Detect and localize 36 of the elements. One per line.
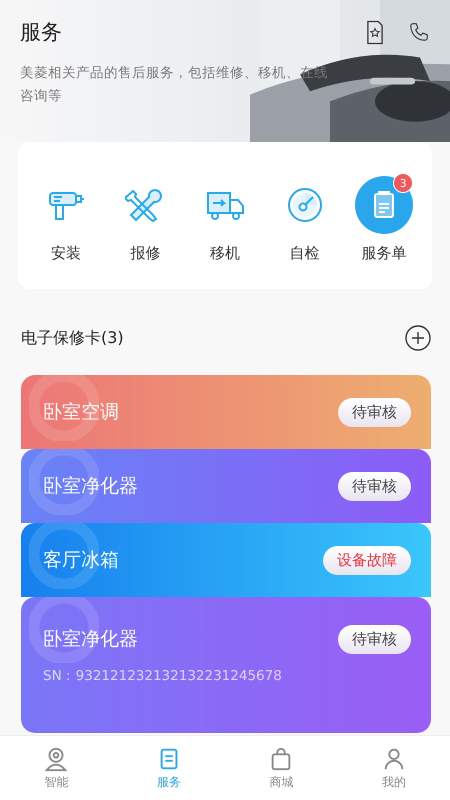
device-name: 客厅冰箱: [43, 548, 119, 573]
service-button[interactable]: 3 服务单: [349, 176, 420, 263]
tab[interactable]: 我的: [364, 746, 424, 790]
service-button[interactable]: 报修: [110, 176, 180, 263]
service-button[interactable]: 安装: [30, 176, 101, 263]
ring-icon: [29, 375, 99, 441]
warranty-card[interactable]: 卧室净化器 待审核: [21, 449, 431, 523]
tab[interactable]: 商城: [251, 746, 312, 790]
status-tag: 待审核: [338, 624, 411, 654]
warranty-card[interactable]: 客厅冰箱 设备故障: [21, 523, 431, 597]
service-label: 自检: [290, 244, 320, 263]
section-title: 电子保修卡(3): [21, 328, 124, 348]
status-tag: 设备故障: [323, 546, 411, 574]
serial-number: SN：932121232132132231245678: [43, 667, 283, 685]
device-name: 卧室净化器: [43, 627, 138, 652]
warranty-card[interactable]: 卧室净化器 待审核 SN：932121232132132231245678: [21, 597, 431, 733]
favorite-document-icon[interactable]: [364, 20, 386, 44]
ring-icon: [29, 597, 99, 663]
status-tag: 待审核: [338, 398, 411, 426]
service-button[interactable]: 移机: [190, 176, 260, 263]
tab[interactable]: 智能: [26, 746, 86, 790]
service-label: 安装: [50, 244, 81, 263]
camera-icon: [43, 746, 70, 772]
service-button[interactable]: 自检: [270, 176, 340, 263]
device-name: 卧室空调: [43, 400, 119, 425]
page-title: 服务: [20, 19, 62, 46]
ring-icon: [29, 523, 99, 589]
ring-icon: [29, 449, 99, 515]
add-icon[interactable]: [405, 325, 431, 351]
service-label: 移机: [210, 244, 240, 263]
status-tag: 待审核: [338, 472, 411, 500]
count-badge: 3: [393, 173, 414, 193]
warranty-card[interactable]: 卧室空调 待审核: [21, 375, 431, 449]
service-label: 报修: [130, 244, 160, 263]
device-name: 卧室净化器: [43, 474, 138, 499]
service-label: 服务单: [362, 244, 407, 263]
